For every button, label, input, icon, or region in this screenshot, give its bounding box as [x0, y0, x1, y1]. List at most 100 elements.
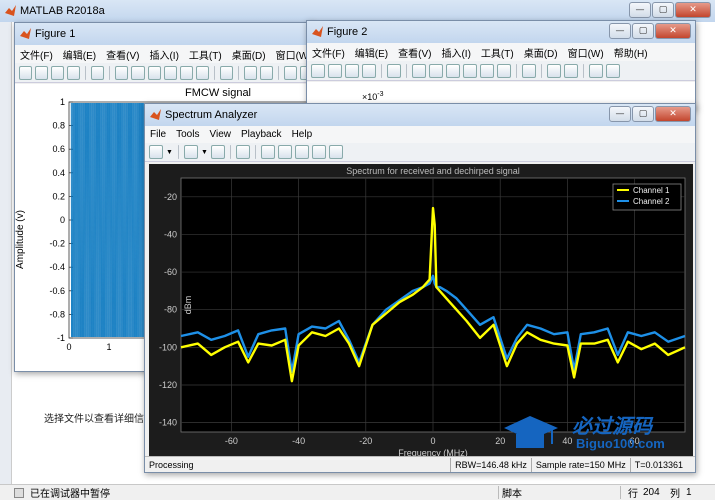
figure-2-window: Figure 2 — ▢ ✕ 文件(F) 编辑(E) 查看(V) 插入(I) 工具(T)… — [306, 20, 696, 110]
figure-2-menu-item[interactable]: 查看(V) — [393, 45, 436, 60]
rotate-icon[interactable] — [163, 65, 177, 80]
spectrogram-icon[interactable] — [235, 145, 250, 159]
toolbar-separator — [583, 63, 584, 78]
fmcw-xtick-label: 0 — [66, 342, 71, 352]
spectrum-menu-item[interactable]: Help — [287, 129, 318, 140]
toolbar-separator — [406, 63, 407, 78]
figure-2-menu-item[interactable]: 文件(F) — [307, 45, 350, 60]
link-plot-icon[interactable] — [219, 65, 233, 80]
channel-measurements-icon[interactable] — [294, 145, 309, 159]
figure-1-menubar: 文件(F)编辑(E)查看(V)插入(I)工具(T)桌面(D)窗口(W)帮助 — [15, 45, 342, 63]
legend-icon[interactable] — [259, 65, 273, 80]
save-icon[interactable] — [51, 65, 65, 80]
zoom-icon[interactable] — [183, 145, 198, 159]
save-icon[interactable] — [345, 63, 359, 78]
figure-1-toolbar — [15, 63, 314, 83]
graduation-cap-icon — [504, 416, 558, 448]
open-file-icon[interactable] — [35, 65, 49, 80]
zoom-in-icon[interactable] — [412, 63, 426, 78]
matlab-logo-icon — [150, 109, 161, 120]
matlab-titlebar: MATLAB R2018a — ▢ ✕ — [0, 0, 715, 22]
pan-icon[interactable] — [147, 65, 161, 80]
y-tick-label: -80 — [164, 305, 177, 315]
peak-finder-icon[interactable] — [277, 145, 292, 159]
y-tick-label: -40 — [164, 229, 177, 239]
toolbar-separator — [237, 65, 239, 80]
spectrum-menu-item[interactable]: View — [204, 129, 236, 140]
minimize-button[interactable]: — — [609, 106, 631, 122]
brush-icon[interactable] — [497, 63, 511, 78]
ccdf-measurements-icon[interactable] — [328, 145, 343, 159]
zoom-out-icon[interactable] — [131, 65, 145, 80]
rotate-icon[interactable] — [463, 63, 477, 78]
show-plot-tools-icon[interactable] — [606, 63, 620, 78]
pointer-icon[interactable] — [91, 65, 105, 80]
time-readout: T=0.013361 — [629, 457, 687, 472]
zoom-in-icon[interactable] — [115, 65, 129, 80]
figure-2-menu-item[interactable]: 桌面(D) — [519, 45, 563, 60]
close-button[interactable]: ✕ — [675, 2, 711, 18]
cursor-measurements-icon[interactable] — [260, 145, 275, 159]
x-tick-label: -40 — [292, 436, 305, 446]
maximize-button[interactable]: ▢ — [652, 2, 674, 18]
maximize-button[interactable]: ▢ — [632, 106, 654, 122]
print-icon[interactable] — [362, 63, 376, 78]
figure-2-toolbar — [307, 61, 695, 81]
figure-1-menu-item[interactable]: 桌面(D) — [227, 47, 271, 62]
scale-axes-icon[interactable] — [210, 145, 225, 159]
figure-2-menu-item[interactable]: 工具(T) — [476, 45, 519, 60]
chart-title: Spectrum for received and dechirped sign… — [346, 166, 520, 176]
open-file-icon[interactable] — [328, 63, 342, 78]
spectrum-menu-item[interactable]: File — [145, 129, 171, 140]
minimize-button[interactable]: — — [609, 23, 631, 39]
brush-icon[interactable] — [195, 65, 209, 80]
data-cursor-icon[interactable] — [179, 65, 193, 80]
figure-1-menu-item[interactable]: 文件(F) — [15, 47, 58, 62]
data-cursor-icon[interactable] — [480, 63, 494, 78]
y-tick-label: -100 — [159, 342, 177, 352]
hide-plot-tools-icon[interactable] — [283, 65, 298, 80]
status-icon — [14, 487, 24, 498]
print-icon[interactable] — [67, 65, 81, 80]
close-button[interactable]: ✕ — [655, 23, 691, 39]
colorbar-icon[interactable] — [547, 63, 561, 78]
figure-1-menu-item[interactable]: 工具(T) — [184, 47, 227, 62]
figure-2-menu-item[interactable]: 编辑(E) — [350, 45, 393, 60]
figure-2-title: Figure 2 — [327, 26, 368, 38]
chevron-down-icon[interactable]: ▼ — [201, 149, 208, 156]
maximize-button[interactable]: ▢ — [632, 23, 654, 39]
spectrum-analyzer-title: Spectrum Analyzer — [165, 109, 258, 121]
figure-2-menu-item[interactable]: 窗口(W) — [563, 45, 609, 60]
pan-icon[interactable] — [446, 63, 460, 78]
close-button[interactable]: ✕ — [655, 106, 691, 122]
new-figure-icon[interactable] — [311, 63, 325, 78]
spectrum-menu-item[interactable]: Tools — [171, 129, 204, 140]
legend-icon[interactable] — [564, 63, 578, 78]
matlab-title: MATLAB R2018a — [20, 5, 105, 17]
zoom-out-icon[interactable] — [429, 63, 443, 78]
fmcw-ytick-label: 0.4 — [52, 168, 65, 178]
settings-icon[interactable] — [149, 145, 163, 159]
figure-2-titlebar: Figure 2 — ▢ ✕ — [307, 21, 695, 43]
chevron-down-icon[interactable]: ▼ — [166, 149, 173, 156]
fmcw-xtick-label: 1 — [106, 342, 111, 352]
figure-2-menu-item[interactable]: 插入(I) — [436, 45, 475, 60]
new-figure-icon[interactable] — [19, 65, 33, 80]
figure-1-menu-item[interactable]: 插入(I) — [144, 47, 183, 62]
status-script: 脚本 — [502, 489, 522, 500]
figure-1-menu-item[interactable]: 编辑(E) — [58, 47, 101, 62]
colorbar-icon[interactable] — [243, 65, 257, 80]
spectrum-menu-item[interactable]: Playback — [236, 129, 287, 140]
current-folder-panel-edge — [0, 22, 12, 484]
fmcw-ytick-label: -0.8 — [49, 309, 65, 319]
hide-plot-tools-icon[interactable] — [589, 63, 603, 78]
pointer-icon[interactable] — [387, 63, 401, 78]
figure-1-menu-item[interactable]: 查看(V) — [101, 47, 144, 62]
fmcw-ytick-label: -0.6 — [49, 286, 65, 296]
figure-1-titlebar: Figure 1 — [15, 23, 313, 45]
minimize-button[interactable]: — — [629, 2, 651, 18]
figure-2-menu-item[interactable]: 帮助(H) — [609, 45, 653, 60]
distortion-measurements-icon[interactable] — [311, 145, 326, 159]
link-plot-icon[interactable] — [522, 63, 536, 78]
processing-status: Processing — [149, 459, 194, 470]
